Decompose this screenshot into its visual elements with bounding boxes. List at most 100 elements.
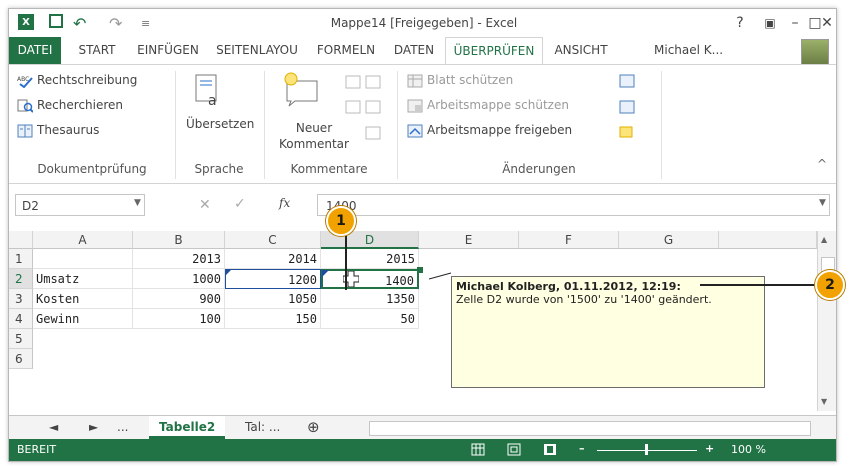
tab-ueberpruefen[interactable]: ÜBERPRÜFEN: [445, 37, 543, 65]
undo-icon[interactable]: ↶: [73, 14, 86, 33]
row-header[interactable]: 1: [9, 249, 33, 269]
cell-a4[interactable]: Gewinn: [33, 309, 133, 329]
cell-c3[interactable]: 1050: [225, 289, 321, 309]
scroll-down-icon[interactable]: ▼: [821, 397, 827, 406]
callout-line: [700, 284, 820, 286]
enter-icon[interactable]: ✓: [234, 196, 246, 212]
row-header[interactable]: 3: [9, 289, 33, 309]
research-icon: [17, 99, 33, 113]
thesaurus-button[interactable]: Thesaurus: [17, 123, 99, 138]
horizontal-scrollbar[interactable]: [369, 421, 811, 436]
help-button[interactable]: ?: [729, 13, 751, 33]
sheet-tab-bar: ◄ ► ... Tabelle2 Tal: ... ⊕: [9, 415, 836, 440]
sheet-next-icon[interactable]: ►: [89, 416, 98, 439]
change-marker-icon: [225, 269, 232, 276]
sheet-tab[interactable]: Tal: ...: [245, 416, 280, 439]
protect-sheet-button[interactable]: Blatt schützen: [407, 73, 513, 88]
sheet-more-left[interactable]: ...: [117, 416, 128, 439]
tab-start[interactable]: START: [67, 37, 127, 64]
cell-c4[interactable]: 150: [225, 309, 321, 329]
name-box-dropdown-icon[interactable]: ▼: [134, 198, 141, 208]
cell-d2-active[interactable]: 1400: [321, 269, 419, 289]
share-workbook-label: Arbeitsmappe freigeben: [427, 123, 573, 137]
cell-b2[interactable]: 1000: [133, 269, 225, 289]
column-header[interactable]: F: [519, 231, 619, 249]
new-comment-button[interactable]: Neuer Kommentar: [279, 120, 349, 152]
add-sheet-icon[interactable]: ⊕: [307, 416, 320, 439]
column-header-empty[interactable]: [719, 231, 817, 249]
thesaurus-label: Thesaurus: [37, 123, 100, 137]
vertical-scrollbar[interactable]: ▲ ▼: [817, 231, 836, 411]
cell-a2[interactable]: Umsatz: [33, 269, 133, 289]
zoom-slider-thumb[interactable]: [645, 444, 648, 455]
scroll-up-icon[interactable]: ▲: [821, 235, 827, 244]
insert-function-icon[interactable]: fx: [279, 196, 290, 210]
zoom-in-icon[interactable]: +: [705, 442, 714, 455]
tab-ansicht[interactable]: ANSICHT: [545, 37, 617, 64]
cell-c2-changed[interactable]: 1200: [225, 269, 321, 289]
tab-seitenlayout[interactable]: SEITENLAYOU: [209, 37, 305, 64]
spelling-label: Rechtschreibung: [37, 73, 138, 87]
cell-c1[interactable]: 2014: [225, 249, 321, 269]
group-label-kommentare: Kommentare: [290, 162, 368, 176]
close-button[interactable]: ✕: [819, 13, 835, 33]
cell-d4[interactable]: 50: [321, 309, 419, 329]
sheet-tab-active[interactable]: Tabelle2: [149, 416, 226, 439]
expand-formula-bar-icon[interactable]: ▼: [819, 198, 826, 208]
excel-logo-text: X: [22, 16, 30, 28]
comment-tools-icons: [345, 75, 381, 140]
cell-d3[interactable]: 1350: [321, 289, 419, 309]
select-all-corner[interactable]: [9, 231, 33, 249]
page-break-view-icon[interactable]: [543, 443, 557, 456]
zoom-level[interactable]: 100 %: [731, 443, 766, 456]
formula-input[interactable]: 1400: [317, 194, 830, 216]
tab-formeln[interactable]: FORMELN: [309, 37, 383, 64]
cell-a3[interactable]: Kosten: [33, 289, 133, 309]
column-header[interactable]: A: [33, 231, 133, 249]
excel-logo-icon[interactable]: X: [18, 14, 34, 30]
normal-view-icon[interactable]: [471, 443, 485, 456]
cell-b1[interactable]: 2013: [133, 249, 225, 269]
customize-quick-access-icon[interactable]: ≡: [141, 14, 150, 32]
ribbon-tabs: DATEI START EINFÜGEN SEITENLAYOU FORMELN…: [9, 37, 836, 65]
column-header[interactable]: C: [225, 231, 321, 249]
cancel-icon[interactable]: ✕: [199, 197, 211, 213]
column-header[interactable]: G: [619, 231, 719, 249]
cell-b4[interactable]: 100: [133, 309, 225, 329]
collapse-ribbon-icon[interactable]: ^: [817, 157, 827, 171]
share-workbook-button[interactable]: Arbeitsmappe freigeben: [407, 123, 572, 138]
tab-datei[interactable]: DATEI: [9, 37, 61, 64]
research-button[interactable]: Recherchieren: [17, 98, 123, 113]
redo-icon[interactable]: ↷: [109, 14, 122, 33]
ribbon-separator: [397, 71, 398, 179]
tab-einfuegen[interactable]: EINFÜGEN: [129, 37, 207, 64]
fill-handle[interactable]: [417, 267, 423, 273]
column-header[interactable]: B: [133, 231, 225, 249]
comment-connector: [429, 272, 452, 280]
row-header[interactable]: 6: [9, 349, 33, 369]
page-layout-view-icon[interactable]: [507, 443, 521, 456]
row-header[interactable]: 4: [9, 309, 33, 329]
zoom-out-icon[interactable]: –: [579, 442, 585, 455]
ribbon-display-options-button[interactable]: ▣: [759, 13, 781, 33]
avatar[interactable]: [801, 39, 829, 65]
new-comment-label-2: Kommentar: [279, 137, 349, 151]
user-name[interactable]: Michael K...: [654, 43, 723, 57]
protect-workbook-button[interactable]: Arbeitsmappe schützen: [407, 98, 569, 113]
row-header-selected[interactable]: 2: [9, 269, 33, 289]
cell-d1[interactable]: 2015: [321, 249, 419, 269]
row-header[interactable]: 5: [9, 329, 33, 349]
cell-b3[interactable]: 900: [133, 289, 225, 309]
comment-text: Zelle D2 wurde von '1500' zu '1400' geän…: [456, 293, 712, 306]
sheet-prev-icon[interactable]: ◄: [49, 416, 58, 439]
callout-badge: 1: [326, 206, 356, 236]
translate-button[interactable]: Übersetzen: [186, 117, 254, 131]
minimize-button[interactable]: –: [784, 13, 806, 33]
tab-daten[interactable]: DATEN: [385, 37, 443, 64]
spelling-button[interactable]: ABC Rechtschreibung: [17, 73, 137, 88]
column-header[interactable]: E: [419, 231, 519, 249]
save-icon[interactable]: [49, 14, 63, 28]
status-ready: BEREIT: [17, 443, 57, 456]
name-box[interactable]: D2: [15, 194, 145, 216]
cell-a1[interactable]: [33, 249, 133, 269]
